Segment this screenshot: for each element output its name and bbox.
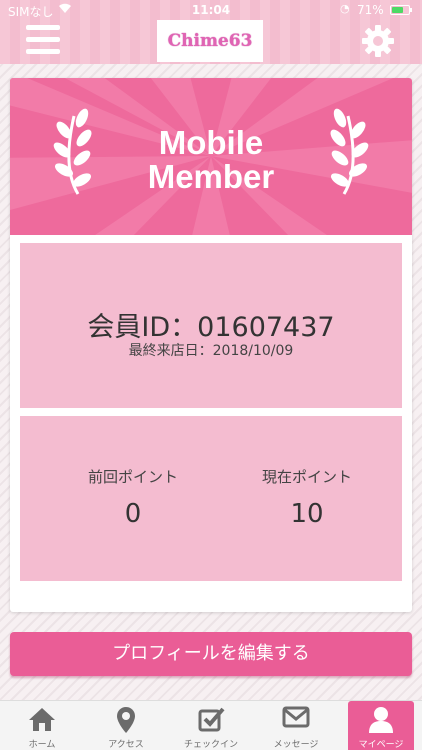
current-points: 現在ポイント 10	[232, 466, 382, 529]
rotation-lock-icon: ◔	[340, 2, 350, 15]
current-points-label: 現在ポイント	[261, 468, 352, 486]
edit-profile-button[interactable]: プロフィールを編集する	[10, 632, 412, 676]
last-visit-value: 2018/10/09	[212, 343, 294, 359]
banner-title-line1: Mobile	[158, 124, 264, 161]
current-points-value: 10	[290, 499, 324, 529]
points-panel: 前回ポイント 0 現在ポイント 10	[20, 416, 402, 581]
tab-home[interactable]: ホーム	[0, 701, 84, 750]
home-icon	[0, 706, 84, 734]
member-id: 会員ID：01607437	[20, 305, 402, 344]
member-id-label: 会員ID：	[87, 312, 198, 343]
tab-checkin-label: チェックイン	[183, 740, 238, 750]
tab-access[interactable]: アクセス	[84, 701, 168, 750]
tab-home-label: ホーム	[28, 740, 56, 750]
member-id-panel: 会員ID：01607437 最終来店日：2018/10/09	[20, 243, 402, 408]
battery-percent: 71%	[357, 3, 384, 17]
map-pin-icon	[84, 706, 168, 734]
last-visit: 最終来店日：2018/10/09	[20, 340, 402, 360]
tab-access-label: アクセス	[108, 740, 144, 750]
tab-message-label: メッセージ	[273, 740, 319, 750]
checkin-icon	[168, 706, 254, 734]
banner-title-line2: Member	[147, 158, 275, 195]
gear-icon	[362, 25, 394, 57]
banner-title: Mobile Member	[10, 126, 412, 194]
tab-message[interactable]: メッセージ	[254, 701, 338, 750]
menu-button[interactable]	[26, 25, 60, 55]
last-visit-label: 最終来店日：	[128, 343, 213, 359]
member-card: Mobile Member 会員ID：01607437 最終来店日：2018/1…	[10, 78, 412, 612]
previous-points-label: 前回ポイント	[87, 468, 178, 486]
app-header: SIMなし 11:04 ◔ 71% Chime63	[0, 0, 422, 64]
user-icon	[348, 706, 414, 734]
previous-points: 前回ポイント 0	[58, 466, 208, 529]
app-logo: Chime63	[157, 20, 263, 62]
mail-icon	[254, 706, 338, 734]
member-id-value: 01607437	[197, 312, 335, 343]
previous-points-value: 0	[124, 499, 142, 529]
status-bar: SIMなし 11:04 ◔ 71%	[0, 0, 422, 20]
battery-icon	[390, 5, 412, 15]
settings-button[interactable]	[360, 23, 396, 59]
tab-mypage[interactable]: マイページ	[348, 701, 414, 750]
tab-mypage-label: マイページ	[358, 740, 404, 750]
tab-checkin[interactable]: チェックイン	[168, 701, 254, 750]
member-banner: Mobile Member	[10, 78, 412, 235]
tab-bar: ホーム アクセス チェックイン メッセージ マイページ	[0, 700, 422, 750]
